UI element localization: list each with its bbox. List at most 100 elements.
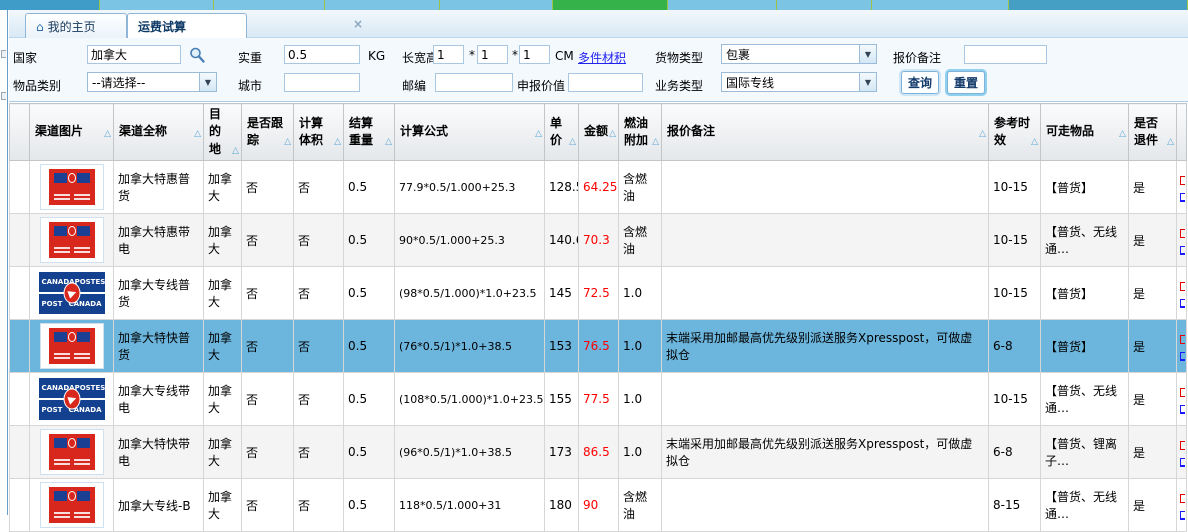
table-row[interactable]: 加拿大特惠普货 加拿大 否 否 0.5 77.9*0.5/1.000+25.3 …	[10, 161, 1187, 214]
table-row[interactable]: 加拿大特惠带电 加拿大 否 否 0.5 90*0.5/1.000+25.3 14…	[10, 214, 1187, 267]
col-tracking[interactable]: 是否跟踪△	[242, 104, 294, 161]
postcode-label: 邮编	[402, 77, 426, 94]
calc-volume: 否	[294, 320, 344, 373]
search-icon[interactable]	[188, 46, 206, 64]
calc-volume: 否	[294, 214, 344, 267]
clipped-action-cell[interactable]	[1177, 320, 1187, 373]
fuel-surcharge: 含燃油	[619, 161, 662, 214]
sort-icon[interactable]: △	[1118, 128, 1126, 141]
height-input[interactable]	[519, 45, 550, 64]
tracking: 否	[242, 161, 294, 214]
length-input[interactable]	[433, 45, 464, 64]
query-button[interactable]: 查询	[901, 71, 939, 94]
row-selector-cell[interactable]	[10, 320, 30, 373]
clipped-action-cell[interactable]	[1177, 267, 1187, 320]
table-row[interactable]: 加拿大专线-B 加拿大 否 否 0.5 118*0.5/1.000+31 180…	[10, 479, 1187, 532]
returnable: 是	[1129, 214, 1177, 267]
settle-weight: 0.5	[344, 267, 395, 320]
tab-bar: ⌂我的主页 运费试算 ×	[9, 10, 1188, 38]
country-input[interactable]	[87, 45, 181, 64]
item-category-select[interactable]: --请选择-- ▼	[87, 72, 217, 92]
sort-icon[interactable]: △	[568, 136, 576, 149]
clipped-background-fragment	[1, 92, 6, 100]
table-row[interactable]: CANADAPOSTES POSTCANADA 加拿大专线普货 加拿大 否 否 …	[10, 267, 1187, 320]
table-row-selected[interactable]: 加拿大特快普货 加拿大 否 否 0.5 (76*0.5/1)*1.0+38.5 …	[10, 320, 1187, 373]
fuel-surcharge: 1.0	[619, 373, 662, 426]
row-selector-cell[interactable]	[10, 373, 30, 426]
sort-icon[interactable]: △	[283, 136, 291, 149]
quote-note-input[interactable]	[964, 45, 1047, 64]
tab-freight-calc[interactable]: 运费试算 ×	[127, 13, 247, 38]
amount: 90	[579, 479, 619, 532]
table-row[interactable]: CANADAPOSTES POSTCANADA 加拿大专线带电 加拿大 否 否 …	[10, 373, 1187, 426]
clipped-action-cell[interactable]	[1177, 161, 1187, 214]
col-unit-price[interactable]: 单价△	[545, 104, 579, 161]
col-channel-image[interactable]: 渠道图片△	[30, 104, 114, 161]
clipped-action-cell[interactable]	[1177, 479, 1187, 532]
sort-icon[interactable]: △	[231, 145, 239, 158]
sort-icon[interactable]: △	[384, 136, 392, 149]
sort-icon[interactable]: △	[978, 128, 986, 141]
col-settle-weight[interactable]: 结算重量△	[344, 104, 395, 161]
unit-price: 145	[545, 267, 579, 320]
col-amount[interactable]: 金额△	[579, 104, 619, 161]
wing-emblem-icon	[63, 389, 80, 410]
col-lead-time[interactable]: 参考时效△	[989, 104, 1041, 161]
row-selector-cell[interactable]	[10, 479, 30, 532]
sort-icon[interactable]: △	[608, 128, 616, 141]
col-quote-remark[interactable]: 报价备注△	[662, 104, 989, 161]
tracking: 否	[242, 267, 294, 320]
col-fuel-surcharge[interactable]: 燃油附加△	[619, 104, 662, 161]
destination: 加拿大	[204, 479, 242, 532]
destination: 加拿大	[204, 373, 242, 426]
sort-icon[interactable]: △	[1166, 136, 1174, 149]
clipped-column-header	[1177, 104, 1187, 161]
table-row[interactable]: 加拿大特快带电 加拿大 否 否 0.5 (96*0.5/1)*1.0+38.5 …	[10, 426, 1187, 479]
allowed-goods: 【普货、无线通…	[1041, 373, 1129, 426]
row-selector-cell[interactable]	[10, 214, 30, 267]
canada-post-logo-red	[40, 217, 104, 263]
settle-weight: 0.5	[344, 426, 395, 479]
width-input[interactable]	[477, 45, 508, 64]
col-channel-name[interactable]: 渠道全称△	[114, 104, 204, 161]
chevron-down-icon[interactable]: ▼	[199, 73, 216, 91]
calc-volume: 否	[294, 161, 344, 214]
clipped-action-cell[interactable]	[1177, 373, 1187, 426]
col-calc-volume[interactable]: 计算体积△	[294, 104, 344, 161]
canada-post-logo-red	[40, 164, 104, 210]
sort-icon[interactable]: △	[1030, 136, 1038, 149]
col-returnable[interactable]: 是否退件△	[1129, 104, 1177, 161]
row-selector-cell[interactable]	[10, 426, 30, 479]
sort-icon[interactable]: △	[333, 136, 341, 149]
country-label: 国家	[13, 49, 37, 66]
postcode-input[interactable]	[435, 73, 513, 92]
weight-input[interactable]	[284, 45, 360, 64]
chevron-down-icon[interactable]: ▼	[859, 73, 876, 91]
allowed-goods: 【普货、无线通…	[1041, 479, 1129, 532]
multi-piece-volume-link[interactable]: 多件材积	[578, 49, 626, 66]
business-type-select[interactable]: 国际专线 ▼	[721, 72, 877, 92]
cargo-type-select[interactable]: 包裹 ▼	[721, 44, 877, 64]
col-formula[interactable]: 计算公式△	[395, 104, 545, 161]
sort-icon[interactable]: △	[193, 128, 201, 141]
reset-button[interactable]: 重置	[947, 71, 985, 94]
row-selector-cell[interactable]	[10, 267, 30, 320]
close-icon[interactable]: ×	[351, 18, 365, 32]
declared-value-input[interactable]	[568, 73, 643, 92]
clipped-action-cell[interactable]	[1177, 214, 1187, 267]
col-allowed-goods[interactable]: 可走物品△	[1041, 104, 1129, 161]
row-selector-cell[interactable]	[10, 161, 30, 214]
sort-icon[interactable]: △	[534, 128, 542, 141]
city-input[interactable]	[284, 73, 360, 92]
sort-icon[interactable]: △	[651, 136, 659, 149]
formula: (76*0.5/1)*1.0+38.5	[395, 320, 545, 373]
clipped-action-cell[interactable]	[1177, 426, 1187, 479]
chevron-down-icon[interactable]: ▼	[859, 45, 876, 63]
col-destination[interactable]: 目的地△	[204, 104, 242, 161]
allowed-goods: 【普货、无线通…	[1041, 214, 1129, 267]
unit-price: 140.6	[545, 214, 579, 267]
channel-name: 加拿大特惠普货	[114, 161, 204, 214]
tab-my-homepage[interactable]: ⌂我的主页	[25, 13, 127, 38]
sort-icon[interactable]: △	[103, 128, 111, 141]
destination: 加拿大	[204, 161, 242, 214]
